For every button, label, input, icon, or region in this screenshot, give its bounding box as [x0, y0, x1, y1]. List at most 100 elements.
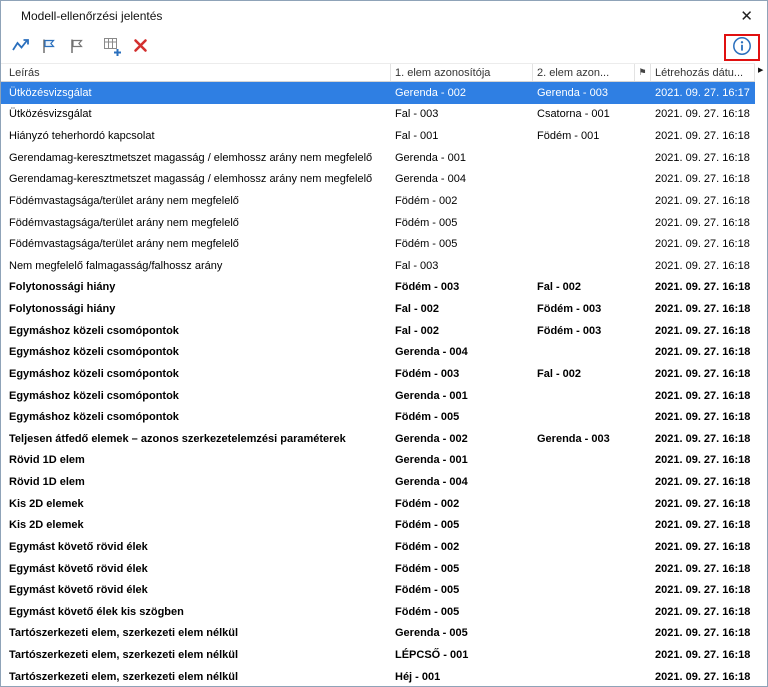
cell-date: 2021. 09. 27. 16:18	[655, 259, 750, 272]
info-button[interactable]	[729, 35, 755, 61]
cell-flag	[635, 406, 651, 428]
scrollbar-strip[interactable]: ▶	[755, 63, 767, 686]
table-row[interactable]: Födémvastagsága/terület arány nem megfel…	[1, 212, 755, 234]
red-x-icon	[133, 38, 148, 56]
cell-element2	[533, 644, 635, 666]
cell-date: 2021. 09. 27. 16:17	[655, 86, 750, 99]
add-report-item-button[interactable]	[99, 34, 125, 60]
table-row[interactable]: Egymást követő rövid élek Födém - 005 20…	[1, 558, 755, 580]
cell-element2	[533, 450, 635, 472]
cell-element2	[533, 255, 635, 277]
cell-description: Ütközésvizsgálat	[9, 108, 92, 121]
column-header-description[interactable]: Leírás	[1, 64, 391, 81]
cell-date: 2021. 09. 27. 16:18	[655, 432, 751, 445]
cell-flag	[635, 320, 651, 342]
cell-element1: Födém - 002	[395, 194, 458, 207]
cell-flag	[635, 82, 651, 104]
table-row[interactable]: Egymáshoz közeli csomópontok Gerenda - 0…	[1, 342, 755, 364]
show-in-model-button[interactable]	[8, 34, 34, 60]
delete-button[interactable]	[127, 34, 153, 60]
cell-element1: Gerenda - 001	[395, 389, 468, 402]
add-flag-button[interactable]	[36, 34, 62, 60]
cell-description: Egymást követő rövid élek	[9, 584, 148, 597]
table-row[interactable]: Tartószerkezeti elem, szerkezeti elem né…	[1, 623, 755, 645]
cell-flag	[635, 277, 651, 299]
table-row[interactable]: Nem megfelelő falmagasság/falhossz arány…	[1, 255, 755, 277]
table-plus-icon	[102, 36, 122, 59]
cell-description: Egymást követő élek kis szögben	[9, 605, 184, 618]
table-row[interactable]: Gerendamag-keresztmetszet magasság / ele…	[1, 169, 755, 191]
table-row[interactable]: Rövid 1D elem Gerenda - 004 2021. 09. 27…	[1, 471, 755, 493]
close-button[interactable]: ✕	[734, 7, 759, 26]
cell-date: 2021. 09. 27. 16:18	[655, 324, 751, 337]
cell-element2: Födém - 001	[537, 130, 600, 143]
table-row[interactable]: Ütközésvizsgálat Gerenda - 002 Gerenda -…	[1, 82, 755, 104]
cell-description: Egymáshoz közeli csomópontok	[9, 346, 179, 359]
title-bar: Modell-ellenőrzési jelentés ✕	[1, 1, 767, 31]
table-row[interactable]: Tartószerkezeti elem, szerkezeti elem né…	[1, 644, 755, 666]
table-row[interactable]: Egymást követő rövid élek Födém - 002 20…	[1, 536, 755, 558]
flag-icon: ⚑	[638, 67, 647, 77]
cell-element1: Gerenda - 001	[395, 151, 466, 164]
table-row[interactable]: Kis 2D elemek Födém - 002 2021. 09. 27. …	[1, 493, 755, 515]
column-header-flag[interactable]: ⚑	[635, 64, 651, 81]
cell-element1: Fal - 001	[395, 130, 439, 143]
cell-element2	[533, 493, 635, 515]
cell-flag	[635, 536, 651, 558]
table-row[interactable]: Folytonossági hiány Fal - 002 Födém - 00…	[1, 298, 755, 320]
report-table-body: Ütközésvizsgálat Gerenda - 002 Gerenda -…	[1, 82, 755, 686]
cell-element2: Gerenda - 003	[537, 432, 610, 445]
table-row[interactable]: Folytonossági hiány Födém - 003 Fal - 00…	[1, 277, 755, 299]
table-row[interactable]: Tartószerkezeti elem, szerkezeti elem né…	[1, 666, 755, 686]
table-row[interactable]: Födémvastagsága/terület arány nem megfel…	[1, 190, 755, 212]
table-row[interactable]: Gerendamag-keresztmetszet magasság / ele…	[1, 147, 755, 169]
scroll-right-arrow[interactable]: ▶	[758, 67, 763, 74]
cell-flag	[635, 450, 651, 472]
cell-element2: Födém - 003	[537, 303, 602, 316]
model-check-dialog: Modell-ellenőrzési jelentés ✕ Leírás 1. …	[0, 0, 768, 687]
table-row[interactable]: Födémvastagsága/terület arány nem megfel…	[1, 233, 755, 255]
column-header-element1[interactable]: 1. elem azonosítója	[391, 64, 533, 81]
remove-flag-button[interactable]	[64, 34, 90, 60]
toolbar	[1, 31, 767, 63]
cell-date: 2021. 09. 27. 16:18	[655, 367, 751, 380]
cell-element2	[533, 190, 635, 212]
cell-description: Födémvastagsága/terület arány nem megfel…	[9, 238, 239, 251]
cell-description: Nem megfelelő falmagasság/falhossz arány	[9, 259, 223, 272]
cell-element2: Födém - 003	[537, 324, 602, 337]
cell-flag	[635, 342, 651, 364]
cell-element2: Gerenda - 003	[537, 86, 608, 99]
cell-description: Egymáshoz közeli csomópontok	[9, 367, 179, 380]
cell-description: Rövid 1D elem	[9, 454, 85, 467]
column-header-date[interactable]: Létrehozás dátu...	[651, 64, 755, 81]
cell-description: Egymást követő rövid élek	[9, 562, 148, 575]
cell-flag	[635, 623, 651, 645]
cell-element1: Födém - 005	[395, 238, 458, 251]
column-header-element2[interactable]: 2. elem azon...	[533, 64, 635, 81]
cell-flag	[635, 190, 651, 212]
table-row[interactable]: Egymáshoz közeli csomópontok Födém - 005…	[1, 406, 755, 428]
cell-flag	[635, 385, 651, 407]
table-row[interactable]: Hiányzó teherhordó kapcsolat Fal - 001 F…	[1, 125, 755, 147]
table-row[interactable]: Egymáshoz közeli csomópontok Fal - 002 F…	[1, 320, 755, 342]
cell-date: 2021. 09. 27. 16:18	[655, 346, 751, 359]
cell-flag	[635, 601, 651, 623]
table-row[interactable]: Rövid 1D elem Gerenda - 001 2021. 09. 27…	[1, 450, 755, 472]
cell-flag	[635, 428, 651, 450]
cell-description: Kis 2D elemek	[9, 519, 84, 532]
info-circle-icon	[732, 36, 752, 59]
cell-description: Gerendamag-keresztmetszet magasság / ele…	[9, 151, 373, 164]
table-row[interactable]: Kis 2D elemek Födém - 005 2021. 09. 27. …	[1, 515, 755, 537]
table-row[interactable]: Ütközésvizsgálat Fal - 003 Csatorna - 00…	[1, 104, 755, 126]
cell-element1: Fal - 002	[395, 303, 440, 316]
cell-element1: Födém - 003	[395, 281, 460, 294]
table-row[interactable]: Egymást követő élek kis szögben Födém - …	[1, 601, 755, 623]
cell-flag	[635, 147, 651, 169]
table-row[interactable]: Egymást követő rövid élek Födém - 005 20…	[1, 579, 755, 601]
cell-date: 2021. 09. 27. 16:18	[655, 238, 750, 251]
cell-flag	[635, 212, 651, 234]
table-row[interactable]: Teljesen átfedő elemek – azonos szerkeze…	[1, 428, 755, 450]
table-row[interactable]: Egymáshoz közeli csomópontok Gerenda - 0…	[1, 385, 755, 407]
table-row[interactable]: Egymáshoz közeli csomópontok Födém - 003…	[1, 363, 755, 385]
cell-element2	[533, 515, 635, 537]
